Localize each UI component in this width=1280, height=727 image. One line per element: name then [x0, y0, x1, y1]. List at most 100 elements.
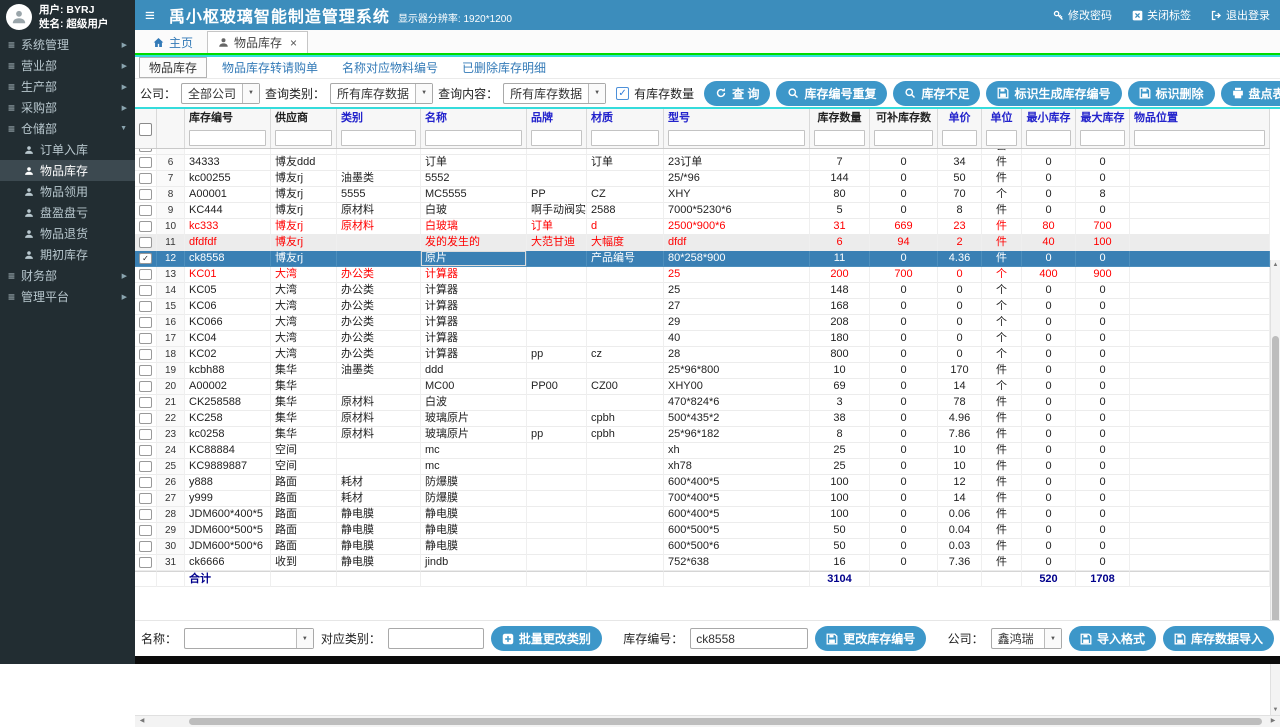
column-filter-input[interactable] — [1080, 130, 1125, 146]
column-header-label[interactable]: 库存编号 — [185, 110, 270, 127]
tab-home[interactable]: 主页 — [143, 31, 203, 53]
column-filter-input[interactable] — [668, 130, 805, 146]
column-filter-input[interactable] — [986, 130, 1017, 146]
column-filter-input[interactable] — [425, 130, 522, 146]
table-row[interactable]: 30JDM600*500*6路面静电膜静电膜600*500*65000.03件0… — [135, 539, 1270, 555]
chevron-down-icon[interactable]: ▼ — [415, 84, 432, 103]
row-checkbox[interactable] — [139, 397, 152, 408]
column-header-label[interactable]: 最大库存 — [1076, 110, 1129, 127]
table-row[interactable]: 17KC04大湾办公类计算器4018000个00 — [135, 331, 1270, 347]
sidebar-item-item-inventory[interactable]: 物品库存 — [0, 160, 135, 181]
mark-delete-button[interactable]: 标识删除 — [1128, 81, 1215, 106]
duplicate-stock-code-button[interactable]: 库存编号重复 — [776, 81, 887, 106]
column-header-label[interactable]: 最小库存 — [1022, 110, 1075, 127]
row-checkbox[interactable] — [139, 461, 152, 472]
row-checkbox[interactable] — [139, 557, 152, 568]
column-header-label[interactable]: 库存数量 — [810, 110, 869, 127]
column-filter-input[interactable] — [942, 130, 977, 146]
row-checkbox[interactable] — [139, 349, 152, 360]
column-filter-input[interactable] — [874, 130, 933, 146]
sidebar-item-management-platform[interactable]: ≡管理平台▶ — [0, 286, 135, 307]
sidebar-item-item-return[interactable]: 物品退货 — [0, 223, 135, 244]
table-row[interactable]: 29JDM600*500*5路面静电膜静电膜600*500*55000.04件0… — [135, 523, 1270, 539]
select-all-checkbox[interactable] — [139, 123, 152, 136]
table-row[interactable]: 7kc00255博友rj油墨类555225/*96144050件00 — [135, 171, 1270, 187]
vertical-scroll-thumb[interactable] — [1272, 336, 1279, 636]
sidebar-item-order-inbound[interactable]: 订单入库 — [0, 139, 135, 160]
table-row[interactable]: 22KC258集华原材料玻璃原片cpbh500*435*23804.96件00 — [135, 411, 1270, 427]
column-header-label[interactable]: 单位 — [982, 110, 1021, 127]
row-checkbox[interactable] — [139, 285, 152, 296]
table-row[interactable]: 19kcbh88集华油墨类ddd25*96*800100170件00 — [135, 363, 1270, 379]
chevron-down-icon[interactable]: ▼ — [242, 84, 259, 103]
table-row[interactable]: 31ck6666收到静电膜jindb752*6381607.36件00 — [135, 555, 1270, 571]
column-header-label[interactable]: 品牌 — [527, 110, 586, 127]
table-row[interactable]: 9KC444博友rj原材料白玻啊手动阀实打25887000*5230*6508件… — [135, 203, 1270, 219]
chevron-down-icon[interactable]: ▼ — [588, 84, 605, 103]
column-header-label[interactable]: 类别 — [337, 110, 420, 127]
sidebar-item-system-management[interactable]: ≡系统管理▶ — [0, 34, 135, 55]
close-tabs-button[interactable]: 关闭标签 — [1132, 7, 1191, 23]
row-checkbox[interactable]: ✓ — [139, 253, 152, 264]
query-category-select[interactable]: 所有库存数据 ▼ — [330, 83, 433, 104]
subtab-inventory-to-purchase-request[interactable]: 物品库存转请购单 — [213, 58, 327, 77]
sidebar-item-purchasing-dept[interactable]: ≡采购部▶ — [0, 97, 135, 118]
table-row[interactable]: 11dfdfdf博友rj发的发生的大范甘迪大幅度dfdf6942件40100 — [135, 235, 1270, 251]
horizontal-scrollbar[interactable]: ◀ ▶ — [135, 715, 1280, 727]
table-row[interactable]: 14KC05大湾办公类计算器2514800个00 — [135, 283, 1270, 299]
row-checkbox[interactable] — [139, 221, 152, 232]
generate-stock-code-button[interactable]: 标识生成库存编号 — [986, 81, 1121, 106]
has-stock-checkbox[interactable]: ✓ — [616, 87, 629, 100]
row-checkbox[interactable] — [139, 237, 152, 248]
change-stock-code-button[interactable]: 更改库存编号 — [815, 626, 926, 651]
column-filter-input[interactable] — [814, 130, 865, 146]
table-row[interactable]: 8A00001博友rj5555MC5555PPCZXHY80070个08 — [135, 187, 1270, 203]
stock-code-input[interactable] — [690, 628, 808, 649]
row-checkbox[interactable] — [139, 509, 152, 520]
query-content-select[interactable]: 所有库存数据 ▼ — [503, 83, 606, 104]
query-button[interactable]: 查 询 — [704, 81, 770, 106]
logout-button[interactable]: 退出登录 — [1211, 7, 1270, 23]
scroll-up-icon[interactable]: ▲ — [1271, 260, 1280, 270]
column-header-label[interactable]: 物品位置 — [1130, 110, 1269, 127]
column-filter-input[interactable] — [1026, 130, 1071, 146]
row-checkbox[interactable] — [139, 173, 152, 184]
row-checkbox[interactable] — [139, 541, 152, 552]
column-header-label[interactable]: 名称 — [421, 110, 526, 127]
table-row[interactable]: 18KC02大湾办公类计算器ppcz2880000个00 — [135, 347, 1270, 363]
chevron-down-icon[interactable]: ▼ — [296, 629, 313, 648]
sidebar-item-item-requisition[interactable]: 物品领用 — [0, 181, 135, 202]
sidebar-item-production-dept[interactable]: ≡生产部▶ — [0, 76, 135, 97]
row-checkbox[interactable] — [139, 445, 152, 456]
close-icon[interactable]: × — [290, 37, 297, 49]
column-filter-input[interactable] — [531, 130, 582, 146]
column-header-label[interactable]: 供应商 — [271, 110, 336, 127]
row-checkbox[interactable] — [139, 269, 152, 280]
footer-company-select[interactable]: 鑫鸿瑞 ▼ — [991, 628, 1062, 649]
table-row[interactable]: 634333博友ddd订单订单23订单7034件00 — [135, 155, 1270, 171]
column-header-label[interactable]: 材质 — [587, 110, 663, 127]
subtab-deleted-inventory-details[interactable]: 已删除库存明细 — [453, 58, 555, 77]
table-row[interactable]: ✓12ck8558博友rj原片产品编号80*258*9001104.36件00 — [135, 251, 1270, 267]
row-checkbox[interactable] — [139, 525, 152, 536]
row-checkbox[interactable] — [139, 365, 152, 376]
scroll-down-icon[interactable]: ▼ — [1271, 705, 1280, 715]
column-filter-input[interactable] — [1134, 130, 1265, 146]
subtab-item-inventory[interactable]: 物品库存 — [139, 57, 207, 78]
row-checkbox[interactable] — [139, 477, 152, 488]
row-checkbox[interactable] — [139, 429, 152, 440]
table-row[interactable]: 13KC01大湾办公类计算器252007000个400900 — [135, 267, 1270, 283]
sidebar-item-stocktake-profit-loss[interactable]: 盘盈盘亏 — [0, 202, 135, 223]
import-format-button[interactable]: 导入格式 — [1069, 626, 1156, 651]
insufficient-stock-button[interactable]: 库存不足 — [893, 81, 980, 106]
batch-change-category-button[interactable]: 批量更改类别 — [491, 626, 602, 651]
column-header-label[interactable]: 单价 — [938, 110, 981, 127]
row-checkbox[interactable] — [139, 317, 152, 328]
row-checkbox[interactable] — [139, 333, 152, 344]
column-filter-input[interactable] — [275, 130, 332, 146]
scroll-left-icon[interactable]: ◀ — [136, 716, 148, 727]
table-row[interactable]: 26y888路面耗材防爆膜600*400*5100012件00 — [135, 475, 1270, 491]
import-stock-data-button[interactable]: 库存数据导入 — [1163, 626, 1274, 651]
sidebar-item-opening-inventory[interactable]: 期初库存 — [0, 244, 135, 265]
sidebar-item-warehouse-dept[interactable]: ≡仓储部▼ — [0, 118, 135, 139]
